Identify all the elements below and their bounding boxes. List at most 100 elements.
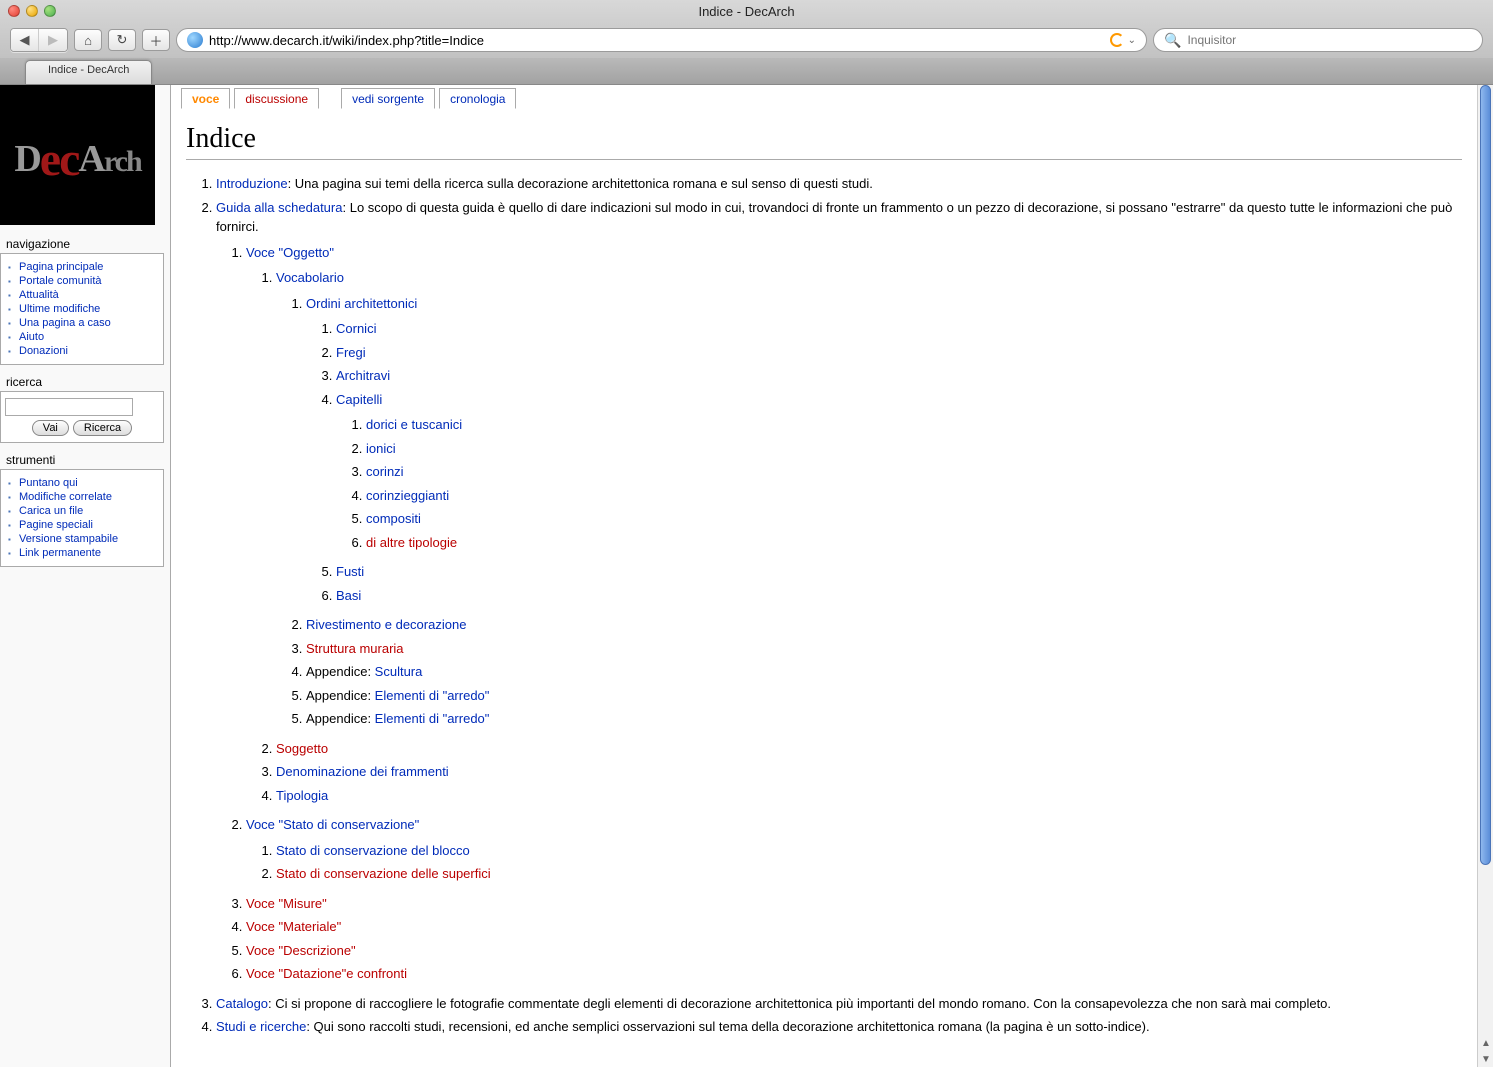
tools-header: strumenti: [0, 451, 170, 469]
link-altre-tipologie[interactable]: di altre tipologie: [366, 535, 457, 550]
link-descrizione[interactable]: Voce "Descrizione": [246, 943, 356, 958]
sidebar: DecArch navigazione Pagina principale Po…: [0, 85, 170, 1067]
logo[interactable]: DecArch: [0, 85, 155, 225]
link-fregi[interactable]: Fregi: [336, 345, 366, 360]
link-dorici[interactable]: dorici e tuscanici: [366, 417, 462, 432]
tab-discussione[interactable]: discussione: [234, 88, 319, 109]
article: Indice Introduzione: Una pagina sui temi…: [171, 85, 1477, 1058]
back-button[interactable]: ◀: [11, 29, 39, 51]
nav-group: ◀ ▶: [10, 28, 68, 52]
link-tipologia[interactable]: Tipologia: [276, 788, 328, 803]
site-icon: [187, 32, 203, 48]
home-button[interactable]: ⌂: [74, 29, 102, 51]
nav-link[interactable]: Portale comunità: [19, 275, 102, 287]
link-scultura[interactable]: Scultura: [375, 664, 423, 679]
browser-toolbar: ◀ ▶ ⌂ ↻ ＋ http://www.decarch.it/wiki/ind…: [0, 22, 1493, 58]
nav-link[interactable]: Attualità: [19, 289, 59, 301]
link-rivestimento[interactable]: Rivestimento e decorazione: [306, 617, 466, 632]
nav-link[interactable]: Una pagina a caso: [19, 317, 111, 329]
search-header: ricerca: [0, 373, 170, 391]
viewport: Entra o crea un nuovo accesso DecArch na…: [0, 85, 1493, 1067]
zoom-window-button[interactable]: [44, 5, 56, 17]
link-stato-conservazione[interactable]: Voce "Stato di conservazione": [246, 817, 419, 832]
browser-tab[interactable]: Indice - DecArch: [25, 60, 152, 84]
list-item: Studi e ricerche: Qui sono raccolti stud…: [216, 1015, 1462, 1039]
tab-vedi-sorgente[interactable]: vedi sorgente: [341, 88, 435, 109]
link-ionici[interactable]: ionici: [366, 441, 396, 456]
search-full-button[interactable]: Ricerca: [73, 420, 132, 436]
search-go-button[interactable]: Vai: [32, 420, 69, 436]
link-materiale[interactable]: Voce "Materiale": [246, 919, 341, 934]
tool-link[interactable]: Modifiche correlate: [19, 491, 112, 503]
wiki-search-input[interactable]: [5, 398, 133, 416]
link-stato-blocco[interactable]: Stato di conservazione del blocco: [276, 843, 470, 858]
minimize-window-button[interactable]: [26, 5, 38, 17]
list-item: Guida alla schedatura: Lo scopo di quest…: [216, 196, 1462, 992]
link-misure[interactable]: Voce "Misure": [246, 896, 327, 911]
window-controls: [8, 5, 56, 17]
url-bar[interactable]: http://www.decarch.it/wiki/index.php?tit…: [176, 28, 1147, 52]
link-denominazione[interactable]: Denominazione dei frammenti: [276, 764, 449, 779]
forward-button[interactable]: ▶: [39, 29, 67, 51]
close-window-button[interactable]: [8, 5, 20, 17]
feed-icon[interactable]: [1110, 33, 1124, 47]
scrollbar[interactable]: ▲ ▼: [1477, 85, 1493, 1067]
list-item: Introduzione: Una pagina sui temi della …: [216, 172, 1462, 196]
scroll-down-icon[interactable]: ▼: [1478, 1051, 1493, 1067]
list-item: Catalogo: Ci si propone di raccogliere l…: [216, 992, 1462, 1016]
link-basi[interactable]: Basi: [336, 588, 361, 603]
tool-link[interactable]: Pagine speciali: [19, 519, 93, 531]
link-capitelli[interactable]: Capitelli: [336, 392, 382, 407]
window-title: Indice - DecArch: [8, 4, 1485, 19]
link-catalogo[interactable]: Catalogo: [216, 996, 268, 1011]
link-corinzi[interactable]: corinzi: [366, 464, 404, 479]
link-soggetto[interactable]: Soggetto: [276, 741, 328, 756]
link-corinzieggianti[interactable]: corinzieggianti: [366, 488, 449, 503]
link-architravi[interactable]: Architravi: [336, 368, 390, 383]
add-button[interactable]: ＋: [142, 29, 170, 51]
scroll-up-icon[interactable]: ▲: [1478, 1035, 1493, 1051]
link-arredo[interactable]: Elementi di "arredo": [375, 711, 490, 726]
tool-link[interactable]: Carica un file: [19, 505, 83, 517]
nav-link[interactable]: Pagina principale: [19, 261, 103, 273]
link-stato-superfici[interactable]: Stato di conservazione delle superfici: [276, 866, 491, 881]
link-guida[interactable]: Guida alla schedatura: [216, 200, 342, 215]
link-datazione[interactable]: Voce "Datazione"e confronti: [246, 966, 407, 981]
tool-link[interactable]: Link permanente: [19, 547, 101, 559]
tab-strip: Indice - DecArch: [0, 58, 1493, 84]
search-portlet: ricerca Vai Ricerca: [0, 373, 170, 443]
nav-link[interactable]: Donazioni: [19, 345, 68, 357]
page-title: Indice: [186, 123, 1462, 160]
page: Entra o crea un nuovo accesso DecArch na…: [0, 85, 1477, 1067]
nav-link[interactable]: Aiuto: [19, 331, 44, 343]
search-icon: 🔍: [1164, 32, 1181, 49]
link-compositi[interactable]: compositi: [366, 511, 421, 526]
tab-voce[interactable]: voce: [181, 88, 230, 109]
titlebar: Indice - DecArch: [0, 0, 1493, 22]
content-tabs: voce discussione vedi sorgente cronologi…: [181, 85, 516, 105]
link-ordini[interactable]: Ordini architettonici: [306, 296, 417, 311]
url-text: http://www.decarch.it/wiki/index.php?tit…: [209, 33, 484, 48]
scroll-thumb[interactable]: [1480, 85, 1491, 865]
link-studi[interactable]: Studi e ricerche: [216, 1019, 306, 1034]
nav-link[interactable]: Ultime modifiche: [19, 303, 100, 315]
browser-search[interactable]: 🔍: [1153, 28, 1483, 52]
link-fusti[interactable]: Fusti: [336, 564, 364, 579]
link-vocabolario[interactable]: Vocabolario: [276, 270, 344, 285]
browser-search-input[interactable]: [1187, 33, 1472, 47]
nav-header: navigazione: [0, 235, 170, 253]
tool-link[interactable]: Versione stampabile: [19, 533, 118, 545]
link-cornici[interactable]: Cornici: [336, 321, 376, 336]
nav-portlet: navigazione Pagina principale Portale co…: [0, 235, 170, 365]
url-dropdown-icon[interactable]: ⌄: [1128, 35, 1136, 46]
tools-portlet: strumenti Puntano qui Modifiche correlat…: [0, 451, 170, 567]
link-voce-oggetto[interactable]: Voce "Oggetto": [246, 245, 334, 260]
content: voce discussione vedi sorgente cronologi…: [170, 85, 1477, 1067]
reload-button[interactable]: ↻: [108, 29, 136, 51]
tool-link[interactable]: Puntano qui: [19, 477, 78, 489]
link-arredo[interactable]: Elementi di "arredo": [375, 688, 490, 703]
tab-cronologia[interactable]: cronologia: [439, 88, 516, 109]
link-struttura[interactable]: Struttura muraria: [306, 641, 404, 656]
link-introduzione[interactable]: Introduzione: [216, 176, 288, 191]
browser-chrome: Indice - DecArch ◀ ▶ ⌂ ↻ ＋ http://www.de…: [0, 0, 1493, 85]
